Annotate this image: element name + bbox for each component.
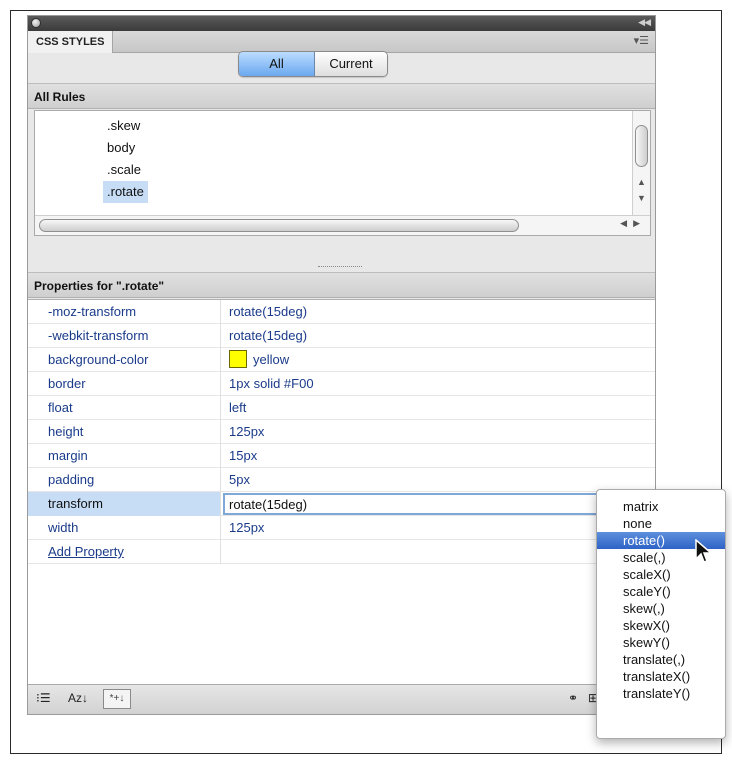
rule-item[interactable]: body [103,137,139,159]
property-row[interactable]: border 1px solid #F00 [28,372,655,396]
add-property-link[interactable]: Add Property [48,544,124,559]
property-name[interactable]: border [28,372,221,396]
autocomplete-option[interactable]: translateY() [597,685,725,702]
css-styles-panel: ◀◀ CSS STYLES ▾☰ All Current All Rules .… [27,15,656,715]
menu-icon[interactable]: ▾☰ [634,35,649,47]
autocomplete-option[interactable]: skew(,) [597,600,725,617]
attach-stylesheet-icon[interactable]: ⚭ [568,691,578,705]
property-value[interactable]: left [221,396,655,420]
tab-css-styles[interactable]: CSS STYLES [28,31,114,53]
mode-toggle: All Current [238,51,388,77]
property-name[interactable]: -webkit-transform [28,324,221,348]
property-row[interactable]: float left [28,396,655,420]
properties-header: Properties for ".rotate" [28,272,655,298]
property-value[interactable]: rotate(15deg) [221,324,655,348]
autocomplete-option[interactable]: translate(,) [597,651,725,668]
all-button[interactable]: All [239,52,315,76]
value-autocomplete-list: matrix none rotate() scale(,) scaleX() s… [596,489,726,739]
property-name[interactable]: margin [28,444,221,468]
property-name[interactable]: background-color [28,348,221,372]
property-value[interactable]: 1px solid #F00 [221,372,655,396]
property-row[interactable]: padding 5px [28,468,655,492]
rules-horizontal-scrollbar[interactable]: ◀▶ [35,215,650,235]
property-row[interactable]: width 125px [28,516,655,540]
panel-tabbar: CSS STYLES ▾☰ [28,31,655,53]
autocomplete-option[interactable]: skewY() [597,634,725,651]
resize-grip[interactable] [318,266,362,268]
property-name[interactable]: transform [28,492,221,516]
autocomplete-option[interactable]: none [597,515,725,532]
collapse-icon[interactable]: ◀◀ [638,17,651,28]
close-icon[interactable] [31,18,41,28]
scroll-down-icon[interactable]: ▼ [637,193,646,203]
mouse-cursor-icon [695,539,714,563]
add-property-cell: Add Property [28,540,221,564]
properties-grid: -moz-transform rotate(15deg) -webkit-tra… [28,299,655,684]
rule-item[interactable]: .skew [103,115,144,137]
property-row[interactable]: -moz-transform rotate(15deg) [28,300,655,324]
rules-list: .skew body .scale .rotate ▲ ▼ ◀▶ [34,110,651,236]
all-rules-header[interactable]: All Rules [28,83,655,109]
property-value[interactable]: 125px [221,516,655,540]
autocomplete-option[interactable]: scaleX() [597,566,725,583]
property-name[interactable]: height [28,420,221,444]
property-name[interactable]: float [28,396,221,420]
set-properties-view-icon[interactable]: *+↓ [103,689,131,709]
autocomplete-option[interactable]: translateX() [597,668,725,685]
property-value-empty [221,540,655,564]
panel-bottom-toolbar: ⁝☰ Az↓ *+↓ ⚭ ⊞ ✎ ⊘ [28,684,655,714]
color-swatch[interactable] [229,350,247,369]
scroll-up-icon[interactable]: ▲ [637,177,646,187]
property-value[interactable]: 5px [221,468,655,492]
alphabetical-view-icon[interactable]: Az↓ [68,691,88,705]
scroll-thumb[interactable] [635,125,648,167]
property-value[interactable]: 15px [221,444,655,468]
property-row-editing[interactable]: transform [28,492,655,516]
property-row[interactable]: -webkit-transform rotate(15deg) [28,324,655,348]
property-value[interactable]: rotate(15deg) [221,300,655,324]
property-name[interactable]: -moz-transform [28,300,221,324]
panel-titlebar[interactable]: ◀◀ [28,16,655,31]
property-value[interactable]: 125px [221,420,655,444]
property-row[interactable]: margin 15px [28,444,655,468]
autocomplete-option[interactable]: scaleY() [597,583,725,600]
current-button[interactable]: Current [315,52,387,76]
property-row[interactable]: background-color yellow [28,348,655,372]
rule-item-selected[interactable]: .rotate [103,181,148,203]
property-name[interactable]: width [28,516,221,540]
property-name[interactable]: padding [28,468,221,492]
rule-item[interactable]: .scale [103,159,145,181]
property-value-text: yellow [253,352,290,367]
autocomplete-option[interactable]: skewX() [597,617,725,634]
rules-vertical-scrollbar[interactable]: ▲ ▼ [632,111,650,217]
scroll-left-right-icon[interactable]: ◀▶ [620,218,646,229]
scroll-thumb[interactable] [39,219,519,232]
category-view-icon[interactable]: ⁝☰ [36,691,51,705]
property-row[interactable]: height 125px [28,420,655,444]
property-row[interactable]: Add Property [28,540,655,564]
property-value[interactable] [221,492,655,516]
property-value-input[interactable] [223,493,603,515]
property-value[interactable]: yellow [221,348,655,372]
autocomplete-option[interactable]: matrix [597,498,725,515]
